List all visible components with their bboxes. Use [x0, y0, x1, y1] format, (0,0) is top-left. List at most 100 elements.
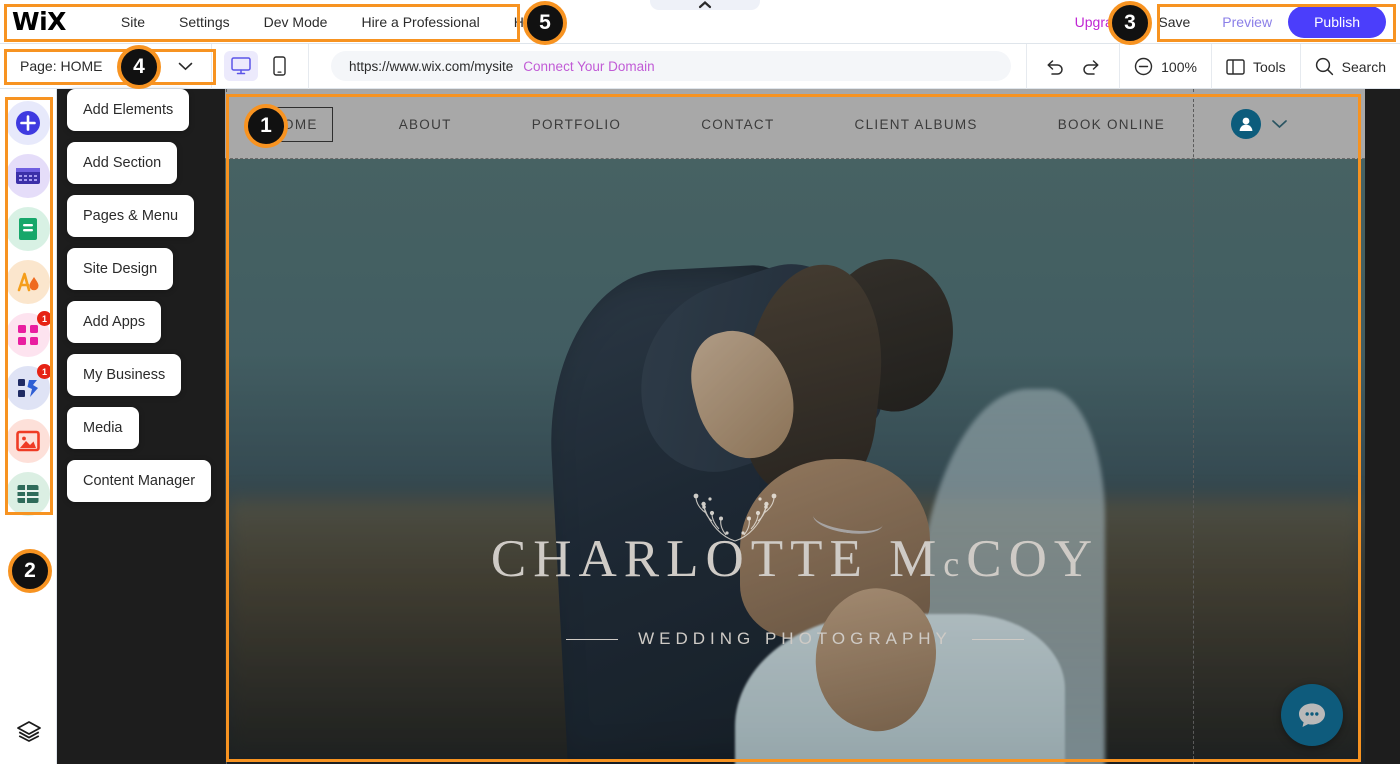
undo-icon	[1047, 59, 1063, 75]
publish-button[interactable]: Publish	[1288, 6, 1386, 38]
search-icon	[1315, 57, 1333, 76]
panel-button-pages-menu[interactable]: Pages & Menu	[67, 195, 195, 237]
top-toolbar: WiX Site Settings Dev Mode Hire a Profes…	[0, 0, 1400, 44]
page-selector-label: Page: HOME	[20, 58, 103, 74]
business-puzzle-icon	[18, 379, 38, 397]
desktop-icon	[231, 57, 251, 75]
menu-item-hire-a-professional[interactable]: Hire a Professional	[344, 8, 496, 36]
annotation-marker-3: 3	[1108, 1, 1152, 45]
hero-title-part-2: c	[943, 544, 967, 584]
menu-item-dev-mode[interactable]: Dev Mode	[247, 8, 345, 36]
badge-my-business: 1	[37, 364, 52, 379]
mobile-icon	[272, 56, 286, 76]
annotation-marker-2: 2	[8, 549, 52, 593]
device-desktop-button[interactable]	[224, 51, 258, 81]
annotation-marker-5: 5	[523, 1, 567, 45]
site-header-section[interactable]: HOME ABOUT PORTFOLIO CONTACT CLIENT ALBU…	[225, 89, 1365, 159]
rule-left	[566, 638, 619, 640]
apps-grid-icon	[18, 325, 38, 345]
top-menu: Site Settings Dev Mode Hire a Profession…	[104, 8, 560, 36]
wix-editor-window: WiX Site Settings Dev Mode Hire a Profes…	[0, 0, 1400, 764]
tools-button[interactable]: Tools	[1210, 44, 1300, 89]
person-icon	[1239, 117, 1253, 131]
device-toggle	[212, 43, 309, 89]
panel-button-add-elements[interactable]: Add Elements	[67, 89, 190, 131]
site-stage: HOME ABOUT PORTFOLIO CONTACT CLIENT ALBU…	[225, 89, 1365, 764]
site-url-bar[interactable]: https://www.wix.com/mysite Connect Your …	[331, 51, 1011, 81]
hero-image-section[interactable]: CHARLOTTE McCOY WEDDING PHOTOGRAPHY	[225, 159, 1365, 764]
layers-icon	[16, 721, 41, 742]
hero-title-part-3: COY	[966, 530, 1100, 588]
device-mobile-button[interactable]	[262, 51, 296, 81]
panel-button-add-apps[interactable]: Add Apps	[67, 301, 162, 343]
search-label: Search	[1341, 58, 1386, 75]
zoom-out-icon	[1134, 57, 1153, 76]
editor-canvas[interactable]: HOME ABOUT PORTFOLIO CONTACT CLIENT ALBU…	[57, 89, 1400, 764]
rule-right	[971, 638, 1024, 640]
chevron-up-icon	[698, 1, 712, 9]
zoom-control[interactable]: 100%	[1119, 44, 1211, 89]
site-nav-portfolio[interactable]: PORTFOLIO	[518, 108, 635, 141]
media-image-icon	[16, 430, 40, 452]
search-button[interactable]: Search	[1299, 44, 1400, 89]
chat-widget-button[interactable]	[1281, 684, 1343, 746]
site-nav-about[interactable]: ABOUT	[385, 108, 466, 141]
sidebar-item-my-business[interactable]: 1	[6, 364, 52, 410]
left-sidebar-rail: 1 1	[0, 89, 57, 764]
sidebar-item-content-manager[interactable]	[6, 472, 50, 516]
tools-panel-icon	[1226, 58, 1245, 75]
hero-title-part-1: CHARLOTTE M	[490, 530, 944, 588]
redo-button[interactable]	[1081, 58, 1101, 76]
content-table-icon	[17, 485, 39, 503]
hero-subtitle-row[interactable]: WEDDING PHOTOGRAPHY	[225, 629, 1365, 649]
sidebar-item-media[interactable]	[6, 419, 50, 463]
hero-overlay-tint	[225, 159, 1365, 764]
chevron-down-icon	[178, 62, 193, 70]
guide-header-bottom	[225, 158, 1365, 159]
site-nav-contact[interactable]: CONTACT	[687, 108, 788, 141]
plus-circle-icon	[16, 111, 40, 135]
editor-toolbar: Page: HOME https://www.wix.com/mysite Co…	[0, 43, 1400, 89]
sidebar-item-site-design[interactable]	[6, 260, 50, 304]
preview-button[interactable]: Preview	[1206, 14, 1288, 30]
menu-item-site[interactable]: Site	[104, 8, 162, 36]
chat-bubble-icon	[1299, 703, 1325, 727]
hero-subtitle: WEDDING PHOTOGRAPHY	[638, 629, 952, 648]
site-account-menu[interactable]	[1231, 109, 1288, 139]
tools-label: Tools	[1252, 58, 1286, 75]
panel-button-media[interactable]: Media	[67, 407, 139, 449]
menu-item-settings[interactable]: Settings	[162, 8, 247, 36]
sidebar-item-add-section[interactable]	[6, 154, 50, 198]
sidebar-item-add-elements[interactable]	[6, 101, 50, 145]
site-nav: HOME ABOUT PORTFOLIO CONTACT CLIENT ALBU…	[257, 106, 1179, 142]
chevron-down-icon	[1272, 120, 1287, 129]
annotation-marker-4: 4	[117, 45, 161, 89]
redo-icon	[1083, 59, 1099, 75]
layers-button[interactable]	[0, 720, 57, 742]
collapse-toolbar-tab[interactable]	[650, 0, 760, 10]
panel-button-my-business[interactable]: My Business	[67, 354, 182, 396]
wix-logo[interactable]: WiX	[12, 9, 66, 34]
guide-left	[226, 89, 227, 764]
design-palette-icon	[17, 272, 39, 292]
zoom-level-label: 100%	[1161, 58, 1197, 75]
undo-button[interactable]	[1045, 58, 1065, 76]
badge-add-apps: 1	[37, 311, 52, 326]
connect-domain-link[interactable]: Connect Your Domain	[523, 59, 654, 74]
panel-button-content-manager[interactable]: Content Manager	[67, 460, 212, 502]
hero-title[interactable]: CHARLOTTE McCOY	[225, 529, 1365, 589]
annotation-marker-1: 1	[244, 104, 288, 148]
site-url-text: https://www.wix.com/mysite	[349, 58, 514, 74]
undo-redo-group	[1026, 44, 1119, 89]
sidebar-item-pages-menu[interactable]	[6, 207, 50, 251]
page-selector[interactable]: Page: HOME	[0, 43, 212, 89]
section-layout-icon	[16, 168, 40, 184]
panel-button-add-section[interactable]: Add Section	[67, 142, 178, 184]
panel-button-site-design[interactable]: Site Design	[67, 248, 174, 290]
pages-document-icon	[19, 218, 37, 240]
site-nav-book-online[interactable]: BOOK ONLINE	[1044, 108, 1179, 141]
guide-right	[1193, 89, 1194, 764]
sidebar-item-add-apps[interactable]: 1	[6, 311, 52, 357]
site-nav-client-albums[interactable]: CLIENT ALBUMS	[841, 108, 992, 141]
avatar	[1231, 109, 1262, 139]
